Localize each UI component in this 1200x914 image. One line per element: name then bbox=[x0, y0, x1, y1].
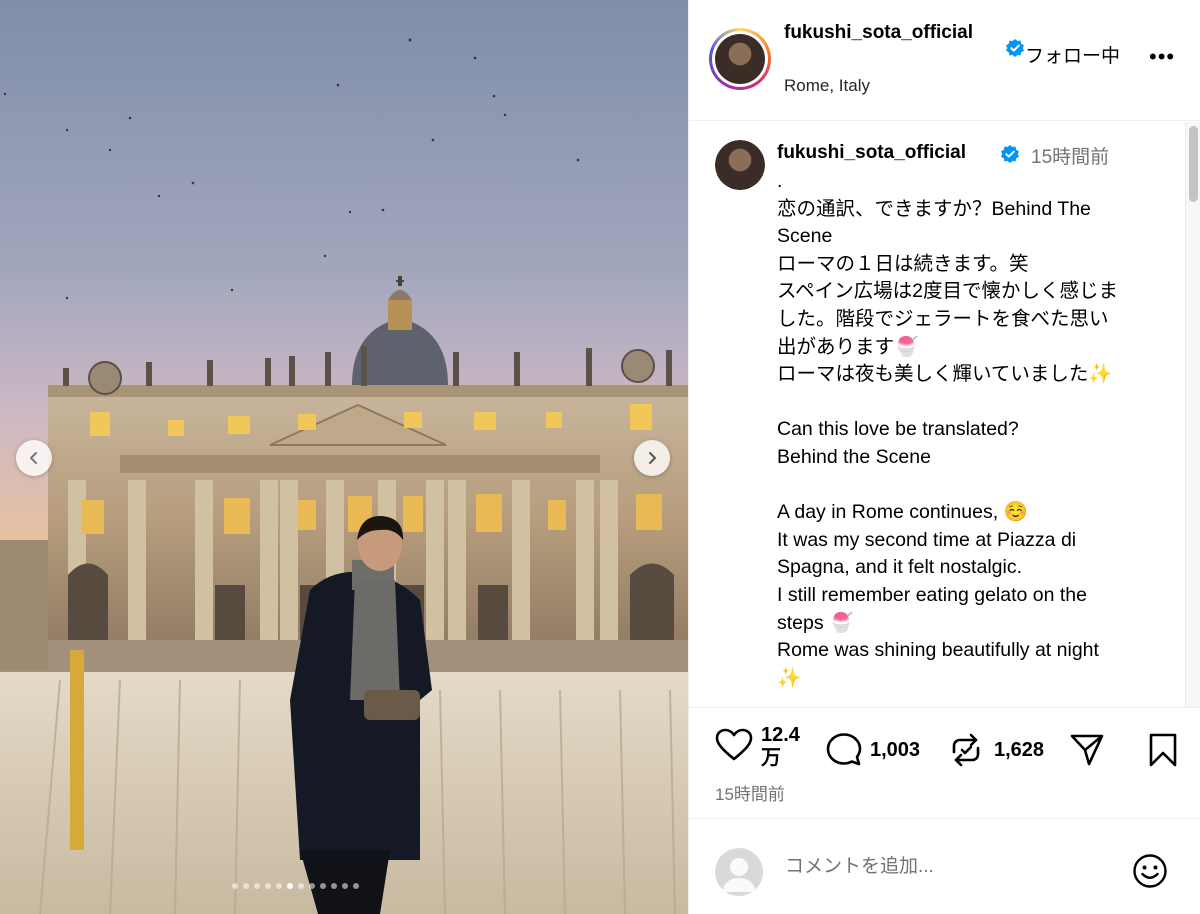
avatar bbox=[715, 34, 765, 84]
carousel-dot bbox=[331, 883, 337, 889]
carousel-dot bbox=[276, 883, 282, 889]
caption-line: 恋の通訳、できますか？Behind The bbox=[777, 197, 1091, 220]
emoji-icon[interactable] bbox=[1132, 853, 1168, 889]
story-ring-avatar[interactable] bbox=[709, 28, 771, 90]
st-peters-basilica-photo bbox=[0, 0, 688, 914]
carousel-dot bbox=[320, 883, 326, 889]
carousel-dot bbox=[342, 883, 348, 889]
chevron-right-icon bbox=[649, 452, 656, 464]
caption-line: It was my second time at Piazza di bbox=[777, 528, 1077, 551]
caption-scroll-area[interactable]: fukushi_sota_official 15時間前 . 恋の通訳、できますか？… bbox=[689, 122, 1200, 708]
following-button[interactable]: フォロー中 bbox=[1025, 44, 1120, 70]
comment-icon bbox=[826, 733, 862, 766]
caption-line: ✨ bbox=[777, 666, 802, 689]
post-timestamp[interactable]: 15時間前 bbox=[715, 780, 785, 805]
caption-line: ローマの１日は続きます。笑 bbox=[777, 252, 1029, 275]
caption-line bbox=[777, 389, 1172, 417]
current-user-avatar bbox=[715, 848, 763, 896]
chevron-left-icon bbox=[30, 452, 37, 464]
caption-line bbox=[777, 472, 1172, 500]
like-button[interactable]: 12.4 万 bbox=[715, 724, 800, 769]
carousel-dot bbox=[265, 883, 271, 889]
default-avatar-icon bbox=[722, 858, 756, 892]
post-header: fukushi_sota_official フォロー中 ••• Rome, It… bbox=[689, 0, 1200, 121]
carousel-indicator bbox=[232, 883, 359, 889]
carousel-dot bbox=[243, 883, 249, 889]
caption-username-link[interactable]: fukushi_sota_official bbox=[777, 142, 966, 164]
caption-line: 出があります🍧 bbox=[777, 335, 919, 358]
caption-line: Scene bbox=[777, 225, 833, 248]
previous-slide-button[interactable] bbox=[16, 440, 52, 476]
scrollbar[interactable] bbox=[1185, 122, 1200, 707]
carousel-dot bbox=[232, 883, 238, 889]
carousel-dot bbox=[254, 883, 260, 889]
heart-icon bbox=[715, 728, 753, 761]
caption-line: Behind the Scene bbox=[777, 445, 931, 468]
carousel-dot bbox=[298, 883, 304, 889]
carousel-dot bbox=[309, 883, 315, 889]
carousel-dot bbox=[287, 883, 293, 889]
repost-count: 1,628 bbox=[994, 738, 1045, 761]
scrollbar-thumb[interactable] bbox=[1189, 126, 1198, 202]
more-options-button[interactable]: ••• bbox=[1149, 44, 1175, 70]
location-link[interactable]: Rome, Italy bbox=[784, 76, 870, 96]
bookmark-icon[interactable] bbox=[1147, 732, 1179, 768]
caption-line: した。階段でジェラートを食べた思い bbox=[777, 307, 1109, 330]
caption-line: Can this love be translated? bbox=[777, 418, 1019, 441]
post-photo[interactable] bbox=[0, 0, 688, 914]
comment-count: 1,003 bbox=[870, 738, 921, 761]
repost-button[interactable]: 1,628 bbox=[948, 732, 1044, 768]
post-detail-panel: fukushi_sota_official フォロー中 ••• Rome, It… bbox=[688, 0, 1200, 914]
caption-avatar[interactable] bbox=[715, 140, 765, 190]
caption-line: steps 🍧 bbox=[777, 611, 854, 634]
repost-icon bbox=[952, 733, 980, 767]
verified-badge-icon bbox=[1006, 39, 1024, 57]
share-icon[interactable] bbox=[1069, 732, 1105, 768]
caption-line: I still remember eating gelato on the bbox=[777, 583, 1088, 606]
caption-line: ローマは夜も美しく輝いていました✨ bbox=[777, 363, 1113, 386]
caption-line: . bbox=[777, 170, 783, 192]
caption-line: Rome was shining beautifully at night bbox=[777, 639, 1099, 662]
caption-line: Spagna, and it felt nostalgic. bbox=[777, 556, 1022, 579]
caption-line: A day in Rome continues, ☺️ bbox=[777, 501, 1028, 524]
caption-line: スペイン広場は2度目で懐かしく感じま bbox=[777, 280, 1118, 303]
caption-timestamp: 15時間前 bbox=[1031, 147, 1110, 168]
add-comment-bar bbox=[689, 818, 1200, 914]
header-username-link[interactable]: fukushi_sota_official bbox=[784, 20, 999, 46]
comment-input[interactable] bbox=[785, 856, 1115, 878]
next-slide-button[interactable] bbox=[634, 440, 670, 476]
comment-button[interactable]: 1,003 bbox=[826, 732, 920, 768]
verified-badge-icon bbox=[1001, 145, 1019, 163]
caption-text: . 恋の通訳、できますか？Behind The Scene ローマの１日は続きます。笑… bbox=[777, 168, 1172, 692]
action-bar: 12.4 万 1,003 1,628 15時間前 bbox=[689, 708, 1200, 818]
carousel-dot bbox=[353, 883, 359, 889]
like-count[interactable]: 12.4 万 bbox=[761, 724, 811, 770]
